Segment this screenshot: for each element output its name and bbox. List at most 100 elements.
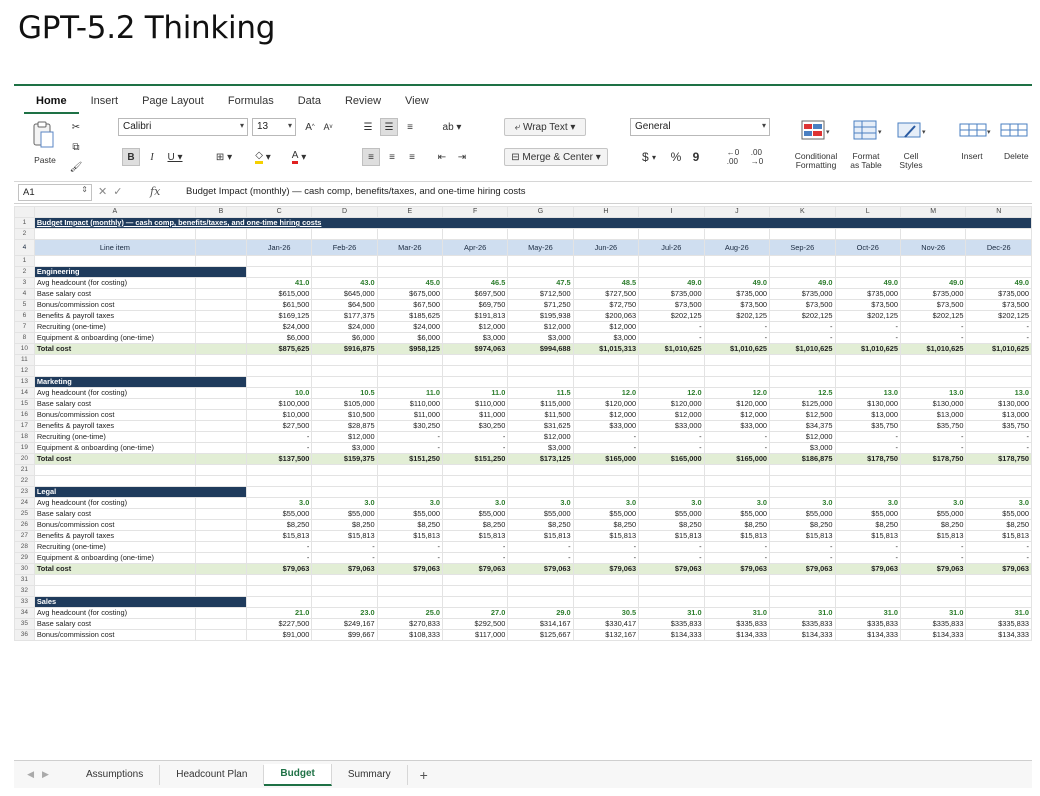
value-cell[interactable]: - — [638, 541, 705, 553]
cell[interactable] — [769, 475, 836, 487]
value-cell[interactable]: $30,250 — [376, 420, 443, 432]
value-cell[interactable]: 21.0 — [245, 607, 313, 619]
row-number[interactable]: 15 — [14, 398, 35, 410]
sheet-title[interactable]: Budget Impact (monthly) — cash comp, ben… — [33, 217, 1032, 229]
cell[interactable] — [245, 354, 313, 366]
cell[interactable] — [507, 585, 574, 597]
value-cell[interactable]: 23.0 — [311, 607, 378, 619]
align-top-icon[interactable]: ☰ — [360, 118, 376, 136]
value-cell[interactable]: - — [965, 541, 1032, 553]
cell[interactable] — [638, 365, 705, 377]
value-cell[interactable]: $35,750 — [834, 420, 901, 432]
header-month[interactable]: Oct-26 — [834, 239, 901, 256]
sheet-tab-headcount-plan[interactable]: Headcount Plan — [160, 764, 265, 785]
value-cell[interactable]: $8,250 — [769, 519, 836, 531]
cell[interactable] — [703, 354, 771, 366]
format-as-table-icon[interactable]: ▾ — [850, 118, 886, 142]
cell[interactable] — [194, 321, 248, 333]
tab-page-layout[interactable]: Page Layout — [130, 95, 216, 114]
value-cell[interactable]: - — [703, 552, 771, 564]
cell[interactable] — [311, 585, 378, 597]
cell[interactable] — [638, 376, 705, 388]
value-cell[interactable]: 10.0 — [245, 387, 313, 399]
row-number[interactable]: 18 — [14, 431, 35, 443]
row-number[interactable]: 19 — [14, 442, 35, 454]
cell[interactable] — [441, 376, 509, 388]
value-cell[interactable]: 49.0 — [638, 277, 705, 289]
cell[interactable] — [638, 486, 705, 498]
row-number[interactable]: 35 — [14, 618, 35, 630]
font-color-icon[interactable]: A ▾ — [284, 148, 314, 166]
value-cell[interactable]: $55,000 — [965, 508, 1032, 520]
value-cell[interactable]: $13,000 — [899, 409, 967, 421]
value-cell[interactable]: - — [965, 321, 1032, 333]
value-cell[interactable]: 3.0 — [311, 497, 378, 509]
row-number[interactable]: 16 — [14, 409, 35, 421]
row-number[interactable]: 21 — [14, 464, 35, 476]
cell[interactable] — [376, 475, 443, 487]
value-cell[interactable]: $735,000 — [703, 288, 771, 300]
value-cell[interactable]: 49.0 — [899, 277, 967, 289]
row-number[interactable]: 36 — [14, 629, 35, 641]
value-cell[interactable]: $55,000 — [376, 508, 443, 520]
row-number[interactable]: 2 — [14, 228, 35, 240]
tab-insert[interactable]: Insert — [79, 95, 131, 114]
cell[interactable] — [194, 585, 248, 597]
cell[interactable] — [194, 332, 248, 344]
value-cell[interactable]: - — [769, 321, 836, 333]
value-cell[interactable]: $108,333 — [376, 629, 443, 641]
row-number[interactable]: 31 — [14, 574, 35, 586]
value-cell[interactable]: $100,000 — [245, 398, 313, 410]
value-cell[interactable]: $8,250 — [311, 519, 378, 531]
row-number[interactable]: 2 — [14, 266, 35, 278]
cell[interactable] — [441, 596, 509, 608]
value-cell[interactable]: $130,000 — [965, 398, 1032, 410]
cell[interactable] — [769, 228, 836, 240]
value-cell[interactable]: 31.0 — [703, 607, 771, 619]
sheet-grid[interactable]: A B C D E F G H I J K L M N 1 Budget Impact (monthly) —… — [14, 206, 1032, 762]
function-icon[interactable]: fx — [150, 185, 160, 198]
value-cell[interactable]: $735,000 — [769, 288, 836, 300]
value-cell[interactable]: 13.0 — [965, 387, 1032, 399]
section-name[interactable]: Sales — [33, 596, 248, 608]
cell[interactable] — [899, 596, 967, 608]
value-cell[interactable]: 31.0 — [965, 607, 1032, 619]
value-cell[interactable]: - — [899, 321, 967, 333]
value-cell[interactable]: 11.0 — [376, 387, 443, 399]
value-cell[interactable]: - — [703, 332, 771, 344]
cell[interactable] — [703, 255, 771, 267]
cell[interactable] — [572, 376, 640, 388]
sheet-tab-assumptions[interactable]: Assumptions — [70, 764, 161, 785]
cell[interactable] — [376, 255, 443, 267]
value-cell[interactable]: $735,000 — [965, 288, 1032, 300]
value-cell[interactable]: 13.0 — [834, 387, 901, 399]
line-item-label[interactable]: Bonus/commission cost — [33, 519, 196, 531]
cell[interactable] — [194, 255, 248, 267]
cell[interactable] — [376, 365, 443, 377]
value-cell[interactable]: $202,125 — [899, 310, 967, 322]
bold-button[interactable]: B — [122, 148, 140, 166]
cell[interactable] — [245, 475, 313, 487]
value-cell[interactable]: $151,250 — [376, 453, 443, 465]
fill-color-icon[interactable]: ◇ ▾ — [248, 148, 278, 166]
cell[interactable] — [834, 376, 901, 388]
cell[interactable] — [834, 365, 901, 377]
cell[interactable] — [572, 486, 640, 498]
value-cell[interactable]: $335,833 — [834, 618, 901, 630]
cell[interactable] — [194, 228, 248, 240]
cell[interactable] — [245, 376, 313, 388]
value-cell[interactable]: $735,000 — [638, 288, 705, 300]
row-number[interactable]: 11 — [14, 354, 35, 366]
row-number[interactable]: 1 — [14, 255, 35, 267]
column-header[interactable]: D — [311, 206, 378, 218]
cell[interactable] — [245, 486, 313, 498]
cell[interactable] — [194, 618, 248, 630]
cell[interactable] — [572, 354, 640, 366]
column-header[interactable]: F — [441, 206, 509, 218]
insert-cells-icon[interactable]: ▾ — [956, 118, 996, 142]
value-cell[interactable]: $79,063 — [245, 563, 313, 575]
tab-data[interactable]: Data — [286, 95, 333, 114]
cancel-confirm-icons[interactable]: ✕✓ — [98, 185, 128, 198]
value-cell[interactable]: 12.5 — [769, 387, 836, 399]
value-cell[interactable]: 3.0 — [769, 497, 836, 509]
